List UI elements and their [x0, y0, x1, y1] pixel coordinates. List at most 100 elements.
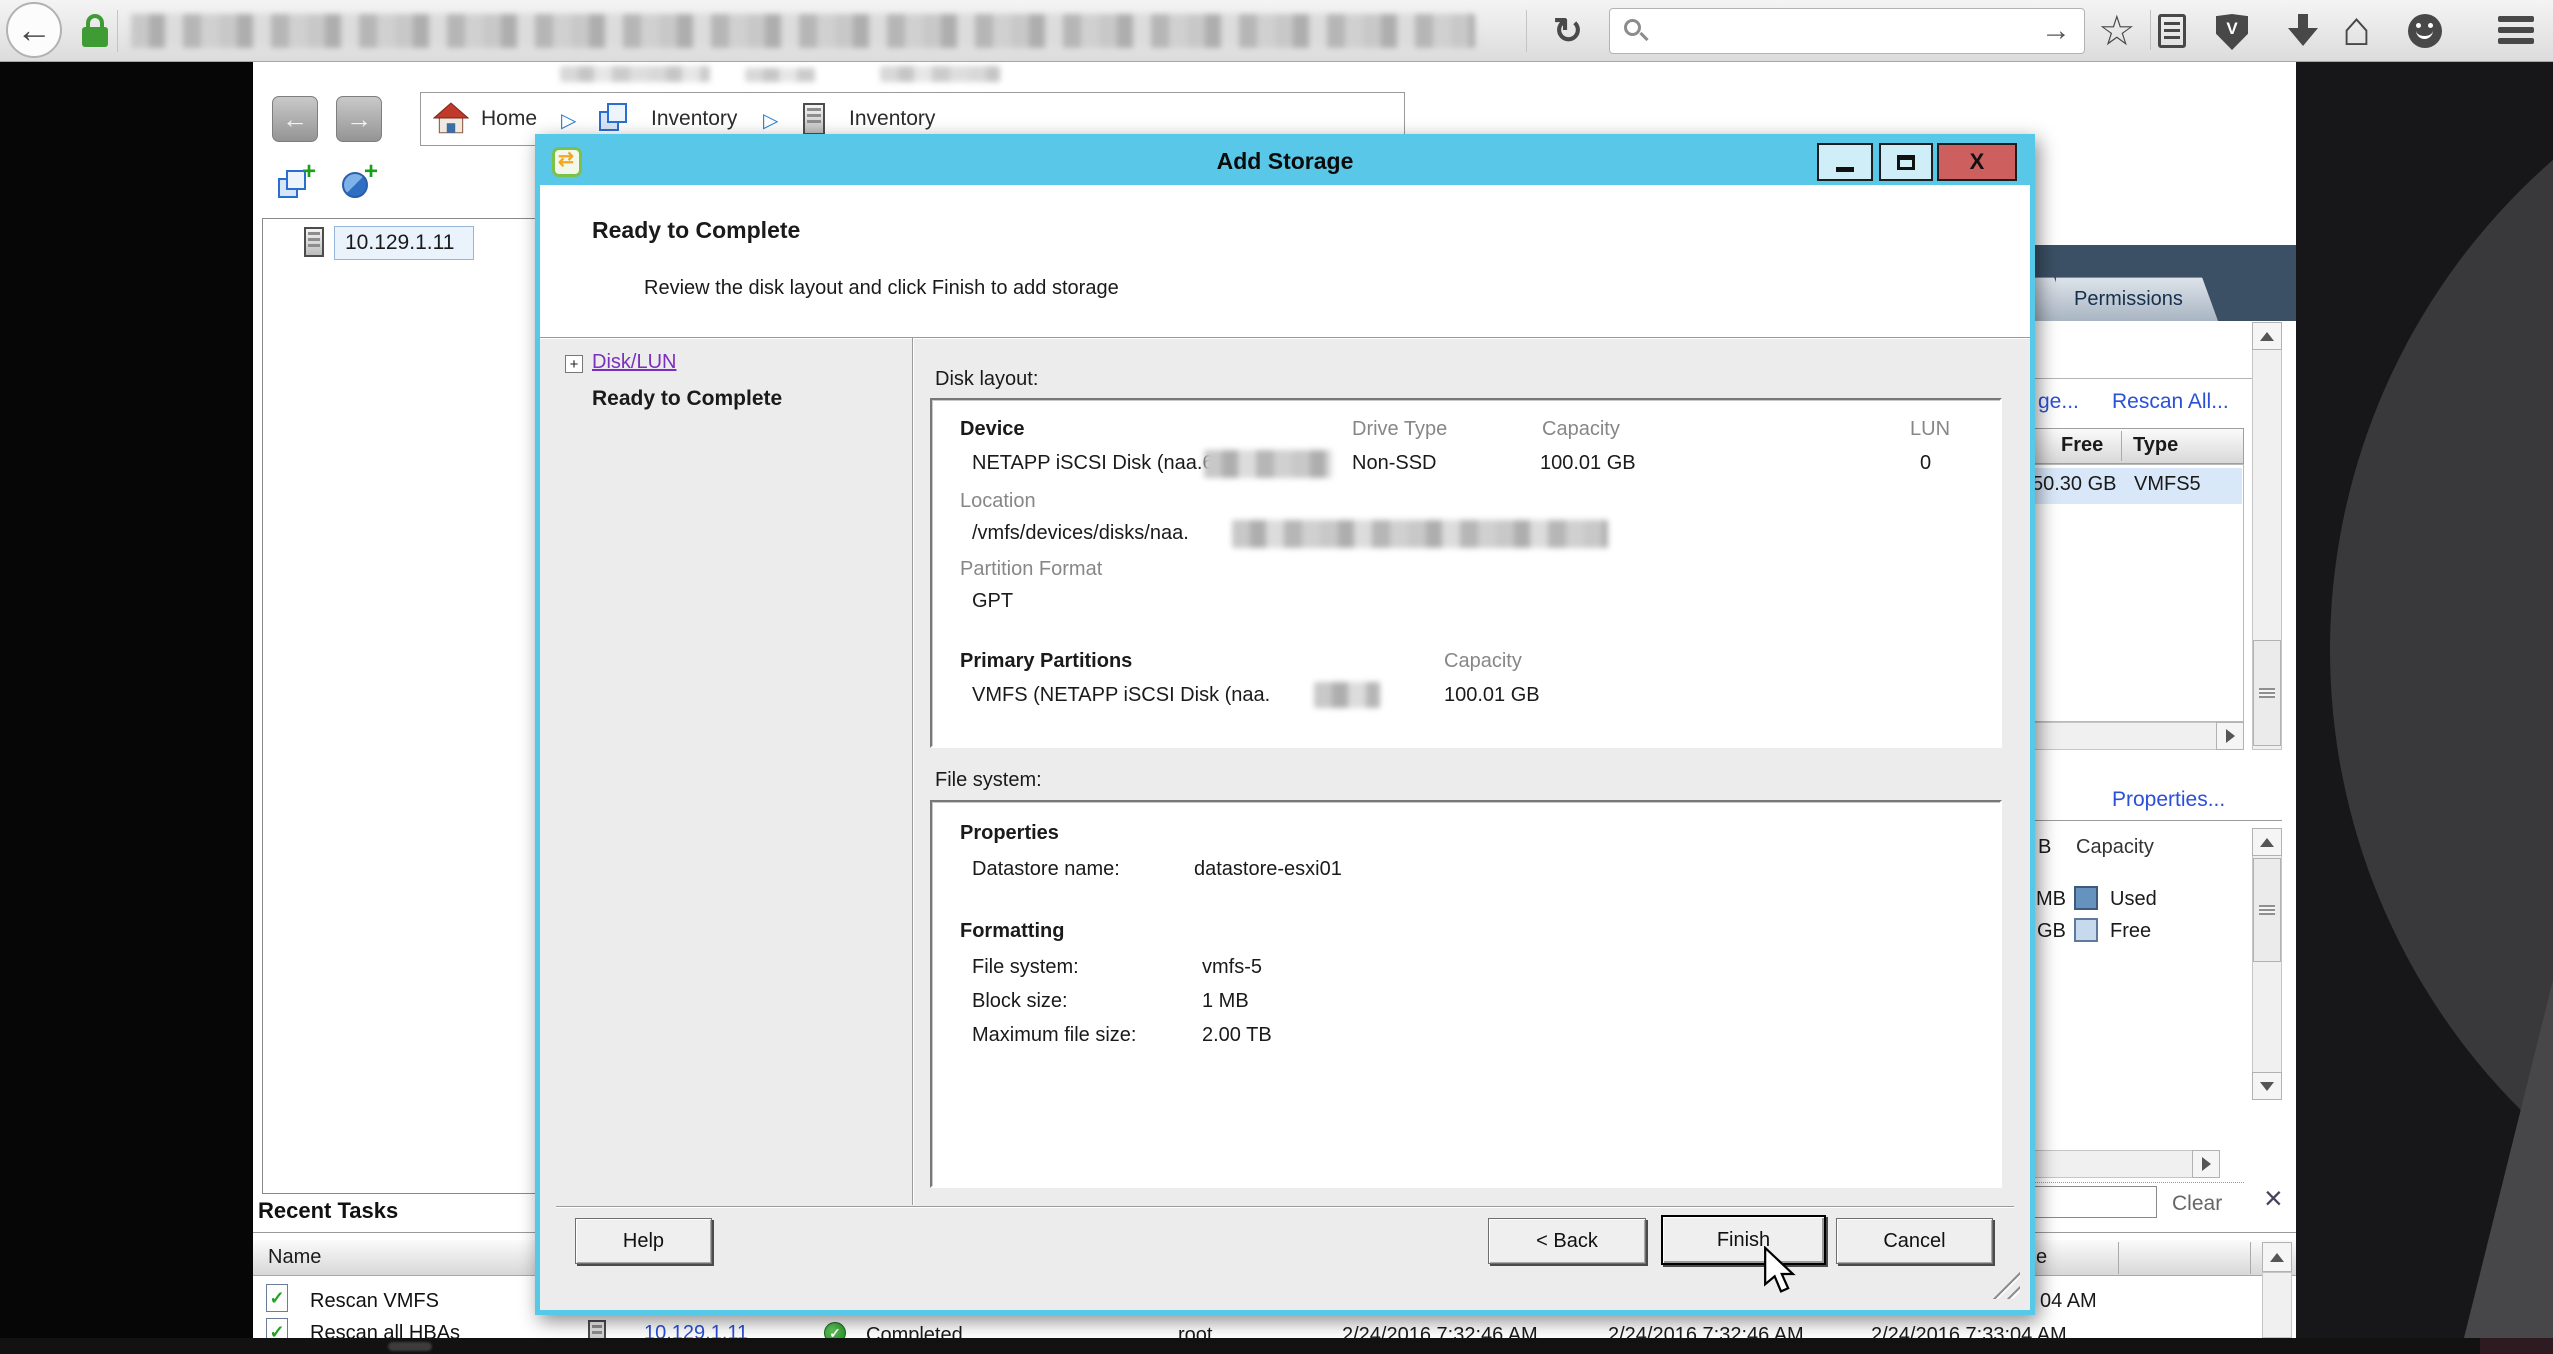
tree-item-host[interactable]: 10.129.1.11	[334, 226, 474, 260]
breadcrumb-inventory2[interactable]: Inventory	[849, 107, 935, 131]
scrollbar-track[interactable]	[2024, 722, 2244, 750]
scroll-right-button[interactable]	[2192, 1150, 2220, 1178]
scroll-up-button[interactable]	[2262, 1242, 2292, 1272]
tree-item-host-label: 10.129.1.11	[345, 231, 454, 255]
bookmark-star-icon[interactable]: ☆	[2098, 6, 2136, 55]
add-storage-link-partial[interactable]: ge...	[2038, 390, 2079, 414]
back-button[interactable]: ←	[6, 2, 62, 58]
block-size-value: 1 MB	[1202, 990, 1249, 1013]
partition-name: VMFS (NETAPP iSCSI Disk (naa.	[972, 684, 1270, 707]
col-name[interactable]: Name	[268, 1246, 321, 1269]
col-drive-type: Drive Type	[1352, 418, 1447, 441]
nav-ready: Ready to Complete	[592, 387, 782, 411]
scroll-right-button[interactable]	[2216, 722, 2244, 750]
header-divider	[540, 337, 2030, 339]
scroll-right-icon	[2202, 1157, 2211, 1171]
file-system-label: File system:	[935, 769, 1042, 792]
disk-layout-label: Disk layout:	[935, 368, 1038, 391]
column-divider	[2121, 431, 2122, 461]
scroll-right-icon	[2226, 729, 2235, 743]
finish-button[interactable]: Finish	[1661, 1215, 1826, 1265]
nav-divider	[912, 338, 914, 1205]
close-icon: X	[1970, 149, 1985, 175]
redacted-location-id	[1232, 520, 1608, 548]
cancel-button[interactable]: Cancel	[1836, 1218, 1993, 1264]
home-icon[interactable]: ⌂	[2342, 2, 2371, 57]
datastore-row-selected[interactable]: 50.30 GB VMFS5	[2026, 468, 2242, 504]
dialog-titlebar[interactable]: ⇄ Add Storage X	[540, 139, 2030, 185]
task1-name[interactable]: Rescan VMFS	[310, 1290, 439, 1313]
panel-divider	[2024, 378, 2282, 379]
col-free[interactable]: Free	[2061, 434, 2103, 457]
panel-dotted-border	[2024, 1182, 2244, 1183]
rescan-all-link[interactable]: Rescan All...	[2112, 390, 2229, 414]
device-drive-type: Non-SSD	[1352, 452, 1436, 475]
reading-list-icon[interactable]	[2158, 14, 2186, 48]
close-button[interactable]: X	[1937, 143, 2017, 181]
col-type[interactable]: Type	[2133, 434, 2178, 457]
device-name: NETAPP iSCSI Disk (naa.6	[972, 452, 1214, 475]
column-divider	[2250, 1242, 2251, 1274]
tasks-clear-button[interactable]: Clear	[2172, 1192, 2222, 1216]
block-size-label: Block size:	[972, 990, 1068, 1013]
scroll-up-icon	[2260, 332, 2274, 341]
capacity-value-partial: B	[2038, 836, 2051, 859]
app-back-button[interactable]: ←	[272, 96, 318, 142]
scrollbar-thumb[interactable]	[2253, 640, 2281, 746]
scroll-up-button[interactable]	[2252, 322, 2282, 350]
breadcrumb-home-icon	[433, 101, 469, 137]
strip-logo	[388, 1342, 432, 1351]
redacted-partition-id	[1314, 682, 1380, 708]
resize-grip[interactable]	[1988, 1267, 2020, 1299]
host-icon	[304, 227, 324, 257]
search-go-button[interactable]: →	[2038, 13, 2074, 49]
menu-button[interactable]	[2498, 16, 2534, 46]
capacity-label: Capacity	[2076, 836, 2154, 859]
row-type: VMFS5	[2134, 473, 2201, 496]
cancel-label: Cancel	[1883, 1230, 1945, 1253]
breadcrumb-server-icon	[803, 103, 825, 135]
properties-link[interactable]: Properties...	[2112, 788, 2225, 812]
redacted-menu-text	[880, 66, 1000, 82]
toolbar-schedule-icon[interactable]: +	[340, 166, 384, 206]
download-icon[interactable]	[2288, 14, 2318, 50]
primary-partitions-label: Primary Partitions	[960, 650, 1132, 673]
shield-icon[interactable]: V	[2216, 14, 2248, 50]
column-divider	[2118, 1242, 2119, 1274]
properties-heading: Properties	[960, 822, 1059, 845]
breadcrumb-arrow-icon: ▷	[763, 108, 778, 133]
col-partial[interactable]: e	[2036, 1246, 2047, 1269]
scroll-up-icon	[2260, 838, 2274, 847]
redacted-menu-text	[560, 66, 710, 82]
add-storage-dialog: ⇄ Add Storage X Ready to Complete Review…	[535, 134, 2035, 1315]
app-forward-button[interactable]: →	[336, 96, 382, 142]
scroll-down-button[interactable]	[2252, 1072, 2282, 1100]
breadcrumb-home[interactable]: Home	[481, 107, 537, 131]
tab-permissions[interactable]: Permissions	[2056, 277, 2218, 321]
wizard-heading: Ready to Complete	[592, 217, 800, 244]
scrollbar-track[interactable]	[2024, 1150, 2220, 1178]
back-button-wizard[interactable]: < Back	[1488, 1218, 1646, 1264]
breadcrumb-inventory1[interactable]: Inventory	[651, 107, 737, 131]
scrollbar-track[interactable]	[2262, 1272, 2292, 1338]
app-forward-arrow-icon: →	[346, 104, 372, 135]
feedback-smiley-icon[interactable]	[2408, 14, 2442, 48]
file-system-box: Properties Datastore name: datastore-esx…	[930, 800, 2002, 1188]
fs-value: vmfs-5	[1202, 956, 1262, 979]
redacted-menu-text	[745, 68, 815, 82]
footer-divider	[556, 1206, 2014, 1208]
decor-circle	[2330, 62, 2553, 1300]
tasks-close-icon[interactable]: ×	[2264, 1180, 2283, 1217]
nav-disk-lun[interactable]: Disk/LUN	[592, 351, 676, 374]
scrollbar-thumb[interactable]	[2253, 858, 2281, 962]
reload-button[interactable]: ↻	[1545, 6, 1591, 56]
search-input[interactable]: →	[1609, 8, 2085, 54]
redacted-url[interactable]	[131, 14, 1475, 48]
help-button[interactable]: Help	[575, 1218, 712, 1264]
maximize-button[interactable]	[1879, 143, 1933, 181]
minimize-button[interactable]	[1817, 143, 1873, 181]
disk-layout-box: Device Drive Type Capacity LUN NETAPP iS…	[930, 398, 2002, 748]
scroll-up-button[interactable]	[2252, 828, 2282, 856]
toolbar-add-icon[interactable]: +	[276, 166, 320, 206]
nav-expand-box[interactable]: +	[565, 355, 583, 373]
